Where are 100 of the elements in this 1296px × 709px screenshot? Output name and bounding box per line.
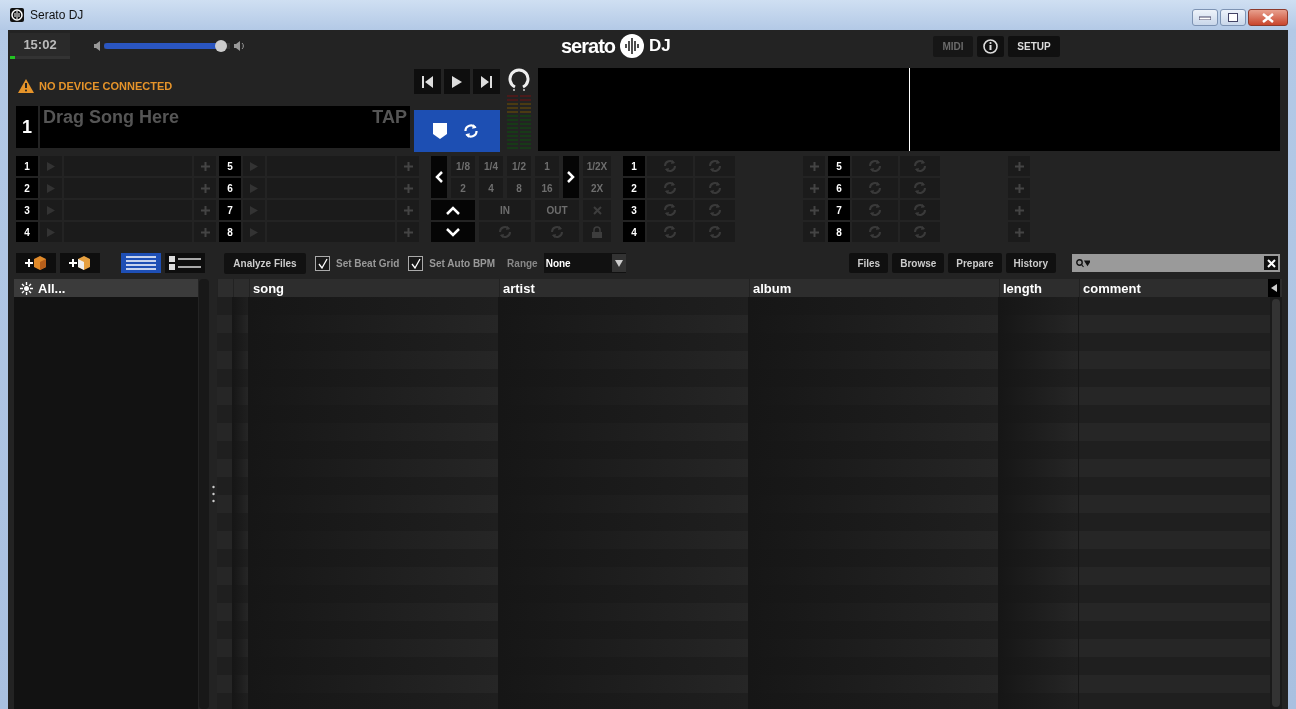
add-cue-button[interactable] [397, 178, 419, 198]
setup-button[interactable]: SETUP [1008, 35, 1060, 57]
previous-button[interactable] [414, 69, 441, 94]
slot-play-button[interactable] [647, 222, 693, 242]
double-button[interactable]: 2X [583, 178, 611, 198]
sidebar-scrollbar[interactable] [199, 279, 209, 709]
slot-loop-button[interactable] [695, 178, 735, 198]
add-cue-button[interactable] [397, 156, 419, 176]
add-slot-button[interactable] [803, 178, 825, 198]
view-button[interactable] [165, 253, 205, 273]
splitter-handle-icon[interactable] [211, 485, 215, 503]
add-cue-button[interactable] [397, 200, 419, 220]
cue-play-button[interactable] [40, 222, 62, 242]
close-button[interactable] [1248, 9, 1288, 26]
checkbox[interactable] [315, 255, 330, 271]
add-slot-button[interactable] [1008, 200, 1030, 220]
volume-thumb[interactable] [214, 40, 227, 52]
panel-tab[interactable]: Browse [892, 253, 945, 273]
slot-loop-button[interactable] [695, 156, 735, 176]
cue-play-button[interactable] [40, 178, 62, 198]
close-icon [1262, 12, 1274, 23]
slot-play-button[interactable] [852, 178, 898, 198]
loop-icon [706, 203, 724, 217]
volume-slider[interactable] [104, 40, 230, 52]
clear-search-button[interactable] [1264, 256, 1278, 270]
slot-loop-button[interactable] [900, 178, 940, 198]
next-loop-button[interactable] [563, 156, 579, 198]
slot-play-button[interactable] [647, 200, 693, 220]
loop-length-button[interactable]: 16 [535, 178, 559, 198]
next-button[interactable] [473, 69, 500, 94]
table-scrollbar[interactable] [1270, 297, 1282, 709]
slot-loop-button[interactable] [900, 222, 940, 242]
cue-sync-button[interactable] [414, 110, 500, 152]
add-cue-button[interactable] [194, 178, 216, 198]
add-cue-button[interactable] [397, 222, 419, 242]
checkbox[interactable] [408, 255, 424, 271]
cue-play-button[interactable] [243, 222, 265, 242]
cue-play-button[interactable] [243, 156, 265, 176]
loop-icon [911, 181, 929, 195]
cue-icon [433, 123, 447, 139]
loop-length-button[interactable]: 1 [535, 156, 559, 176]
halve-button[interactable]: 1/2X [583, 156, 611, 176]
range-dropdown[interactable]: None [543, 253, 626, 273]
loop-in-button[interactable]: IN [479, 200, 531, 220]
loop-length-button[interactable]: 8 [507, 178, 531, 198]
add-cue-button[interactable] [194, 156, 216, 176]
add-slot-button[interactable] [1008, 178, 1030, 198]
clock-text: 15:02 [23, 37, 57, 52]
panel-tab[interactable]: Files [849, 253, 889, 273]
add-crate-button[interactable] [16, 253, 56, 273]
slot-loop-button[interactable] [695, 200, 735, 220]
add-slot-button[interactable] [803, 156, 825, 176]
gain-knob-icon[interactable] [507, 66, 531, 92]
slot-loop-button[interactable] [695, 222, 735, 242]
crate-item[interactable]: All... [14, 279, 198, 297]
column-header[interactable]: song [249, 279, 499, 297]
loop-up-button[interactable] [431, 200, 475, 220]
loop-length-button[interactable]: 1/4 [479, 156, 503, 176]
slot-loop-button[interactable] [900, 156, 940, 176]
cue-play-button[interactable] [243, 200, 265, 220]
play-loop-icon [661, 159, 679, 173]
analyze-files-button[interactable]: Analyze Files [224, 252, 306, 274]
slot-play-button[interactable] [852, 222, 898, 242]
column-menu-button[interactable] [1268, 279, 1280, 297]
add-cue-button[interactable] [194, 200, 216, 220]
slot-play-button[interactable] [647, 178, 693, 198]
slot-play-button[interactable] [852, 200, 898, 220]
cue-play-button[interactable] [40, 200, 62, 220]
loop-length-button[interactable]: 2 [451, 178, 475, 198]
loop-out-button[interactable]: OUT [535, 200, 579, 220]
previous-loop-button[interactable] [431, 156, 447, 198]
cue-play-button[interactable] [40, 156, 62, 176]
loop-length-button[interactable]: 1/8 [451, 156, 475, 176]
column-header[interactable]: artist [499, 279, 749, 297]
add-cue-button[interactable] [194, 222, 216, 242]
clear-loop-button[interactable] [583, 200, 611, 220]
slot-play-button[interactable] [852, 156, 898, 176]
loop-length-button[interactable]: 4 [479, 178, 503, 198]
add-slot-button[interactable] [1008, 156, 1030, 176]
add-slot-button[interactable] [803, 222, 825, 242]
panel-tab[interactable]: History [1005, 253, 1056, 273]
play-button[interactable] [443, 69, 471, 94]
tap-label[interactable]: TAP [372, 107, 407, 147]
cue-number: 2 [16, 178, 38, 198]
cue-play-button[interactable] [243, 178, 265, 198]
info-button[interactable] [977, 35, 1004, 57]
add-slot-button[interactable] [1008, 222, 1030, 242]
add-slot-button[interactable] [803, 200, 825, 220]
slot-play-button[interactable] [647, 156, 693, 176]
search-field[interactable] [1072, 254, 1280, 272]
maximize-button[interactable] [1220, 9, 1246, 26]
column-header[interactable]: length [999, 279, 1079, 297]
lock-button[interactable] [583, 222, 611, 242]
slot-loop-button[interactable] [900, 200, 940, 220]
panel-tab[interactable]: Prepare [948, 253, 1002, 273]
column-header[interactable]: album [749, 279, 999, 297]
loop-toggle-button[interactable] [535, 222, 579, 242]
add-smart-crate-button[interactable] [60, 253, 100, 273]
loop-length-button[interactable]: 1/2 [507, 156, 531, 176]
loop-down-button[interactable] [431, 222, 475, 242]
